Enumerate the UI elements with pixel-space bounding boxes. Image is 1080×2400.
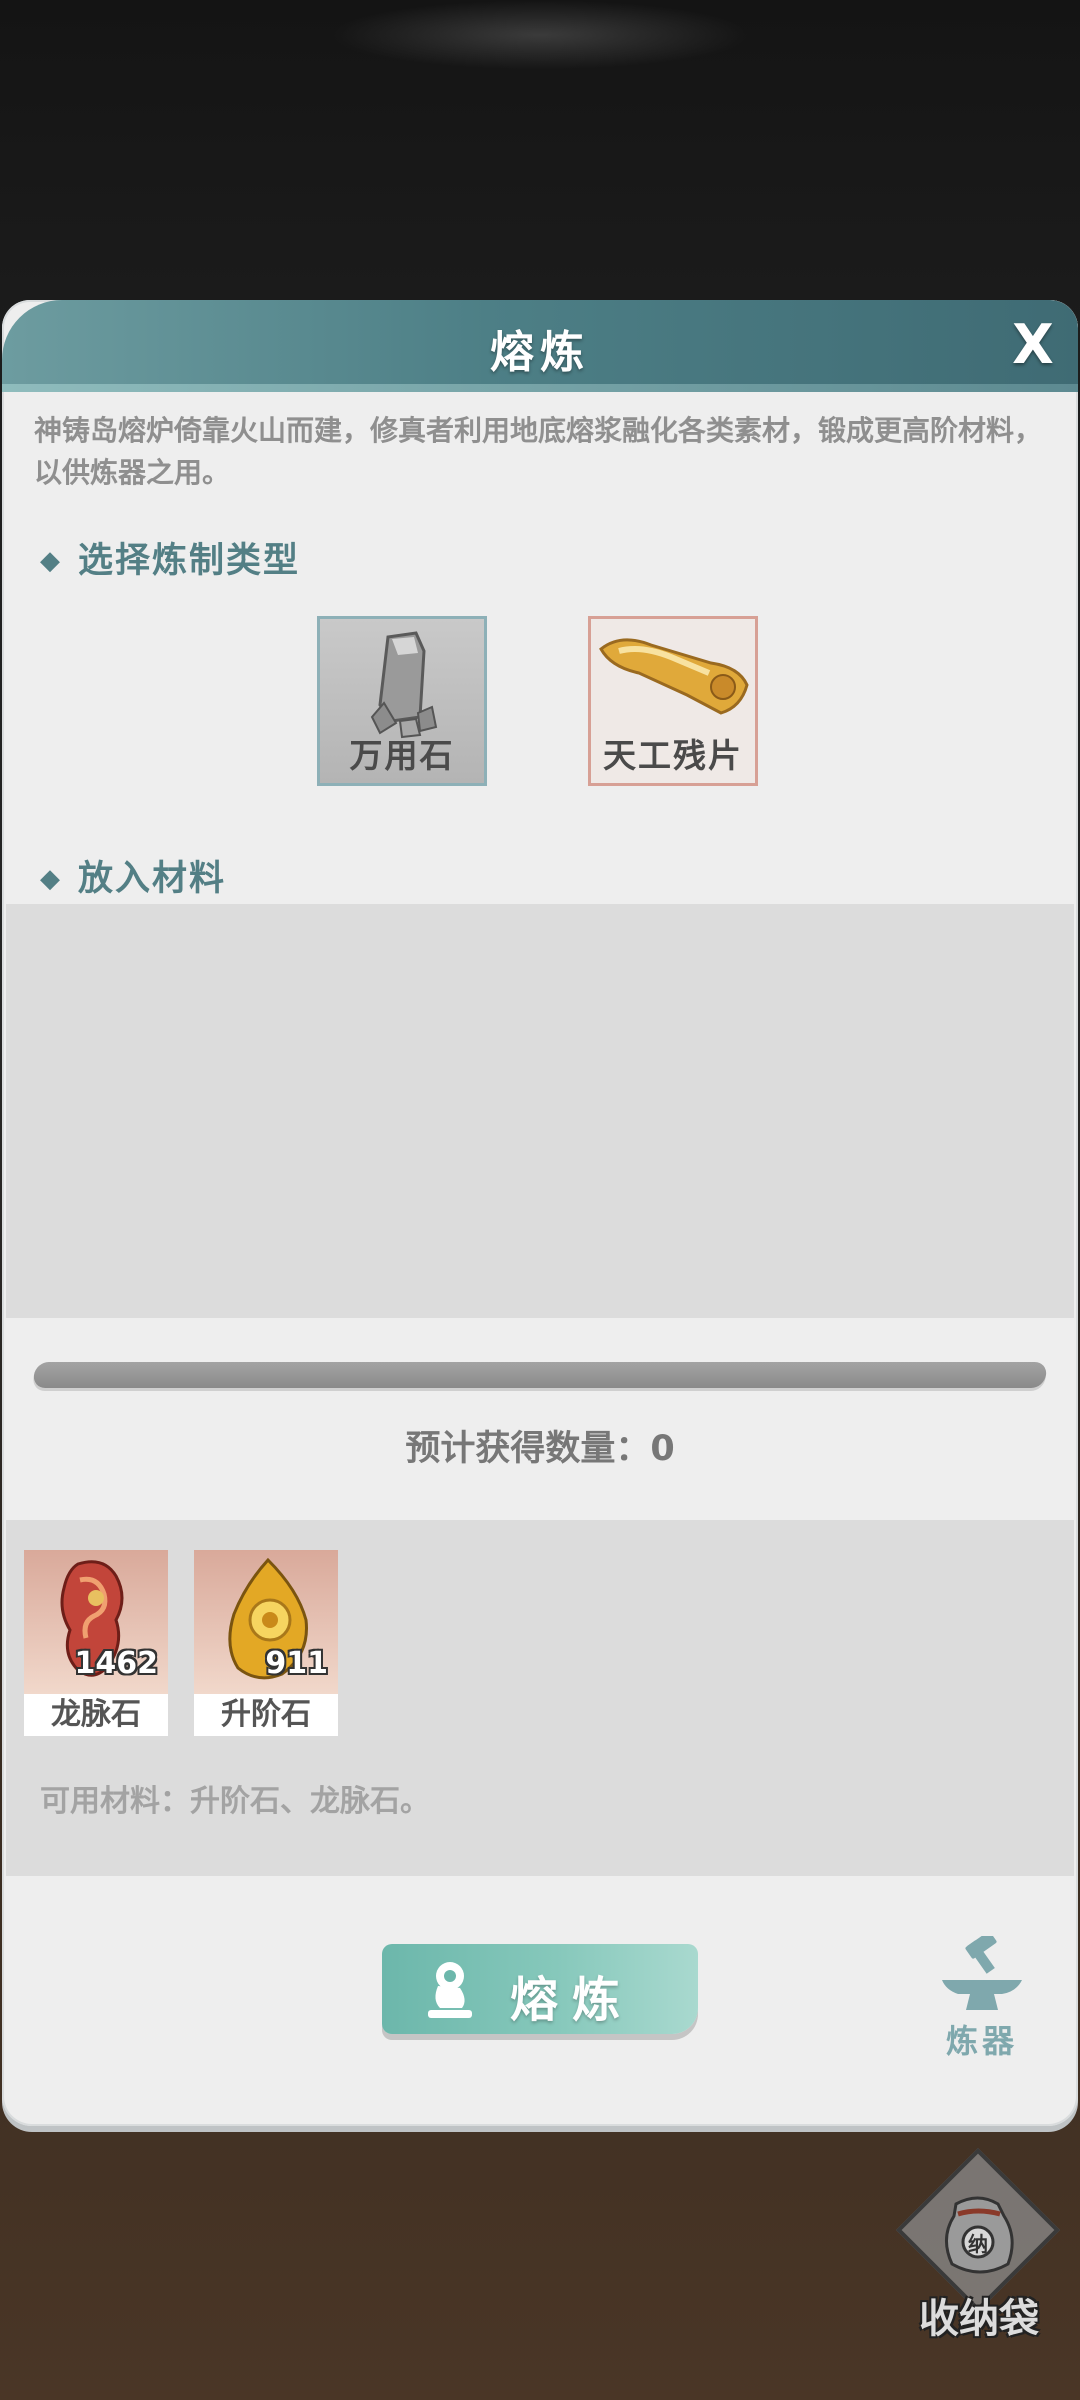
smelt-dialog: 熔炼 X 神铸岛熔炉倚靠火山而建，修真者利用地底熔浆融化各类素材，锻成更高阶材料… [2,300,1078,2126]
item-name: 龙脉石 [24,1694,168,1736]
material-section-heading: ◆ 放入材料 [40,850,226,901]
storage-bag-label: 收纳袋 [919,2296,1039,2342]
smelt-progress-bar [32,1362,1048,1392]
smelter-figure-icon [428,1962,472,2018]
item-name: 升阶石 [194,1694,338,1736]
type-card-universal-stone[interactable]: 万用石 [317,616,487,786]
available-materials-text: 可用材料：升阶石、龙脉石。 [40,1784,430,1819]
type-section-label: 选择炼制类型 [78,541,301,581]
dialog-title: 熔炼 [490,327,590,378]
forge-button-label: 炼器 [945,2022,1018,2060]
storage-bag-button[interactable]: 纳 收纳袋 [894,2147,1064,2348]
forge-button[interactable]: 炼器 [932,1936,1032,2066]
diamond-bullet-icon: ◆ [40,546,62,576]
inventory-item-ascension-stone[interactable]: 911 升阶石 [194,1550,338,1736]
material-drop-area[interactable] [6,904,1074,1318]
expected-quantity: 预计获得数量：0 [2,1420,1078,1471]
background-cloud [330,0,750,70]
type-card-celestial-fragment[interactable]: 天工残片 [588,616,758,786]
type-section-heading: ◆ 选择炼制类型 [40,532,300,583]
type-label-universal-stone: 万用石 [349,736,455,775]
close-button[interactable]: X [998,310,1068,380]
title-bar: 熔炼 X [2,300,1078,392]
inventory-item-dragon-vein-stone[interactable]: 1462 龙脉石 [24,1550,168,1736]
progress-fill [32,1362,36,1388]
progress-track [32,1362,1048,1388]
item-quantity: 1462 [74,1646,159,1681]
anvil-hammer-icon [942,1936,1022,2010]
expected-quantity-label: 预计获得数量： [405,1429,651,1469]
grey-stone-icon [370,631,438,739]
item-quantity: 911 [265,1646,328,1681]
smelt-button[interactable]: 熔炼 [382,1944,698,2034]
dialog-description: 神铸岛熔炉倚靠火山而建，修真者利用地底熔浆融化各类素材，锻成更高阶材料，以供炼器… [34,414,1043,489]
material-section-label: 放入材料 [78,859,227,899]
type-label-celestial-fragment: 天工残片 [603,736,743,775]
golden-fragment-icon [599,638,749,715]
smelt-button-label: 熔炼 [510,1972,635,2028]
bag-icon: 纳 [945,2196,1014,2274]
diamond-bullet-icon: ◆ [40,864,62,894]
expected-quantity-value: 0 [650,1429,675,1469]
bag-badge-text: 纳 [968,2232,988,2256]
